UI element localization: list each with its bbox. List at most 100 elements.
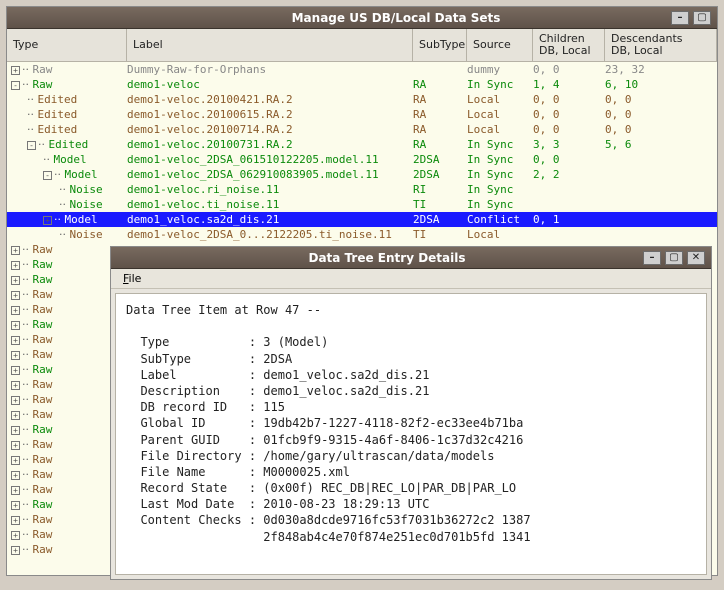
cell-type: +·· Raw — [7, 272, 127, 287]
cell-subtype: TI — [413, 197, 467, 212]
table-row[interactable]: -·· Editeddemo1-veloc.20100731.RA.2RAIn … — [7, 137, 717, 152]
cell-type: +·· Raw — [7, 317, 127, 332]
expand-icon[interactable]: + — [11, 261, 20, 270]
expand-icon[interactable]: + — [11, 321, 20, 330]
cell-label: demo1-veloc — [127, 77, 413, 92]
cell-label: demo1_veloc.sa2d_dis.21 — [127, 212, 413, 227]
expand-icon[interactable]: + — [11, 381, 20, 390]
cell-type: ·· Edited — [7, 107, 127, 122]
cell-type: +·· Raw — [7, 332, 127, 347]
table-row[interactable]: ·· Noisedemo1-veloc_2DSA_0...2122205.ti_… — [7, 227, 717, 242]
detail-maximize-button[interactable]: ▢ — [665, 251, 683, 265]
col-source[interactable]: Source — [467, 29, 533, 61]
table-row[interactable]: ·· Editeddemo1-veloc.20100615.RA.2RALoca… — [7, 107, 717, 122]
col-descendants[interactable]: DescendantsDB, Local — [605, 29, 717, 61]
table-row[interactable]: ·· Noisedemo1-veloc.ti_noise.11TIIn Sync — [7, 197, 717, 212]
detail-titlebar[interactable]: Data Tree Entry Details – ▢ ✕ — [111, 247, 711, 269]
expand-icon[interactable]: + — [11, 516, 20, 525]
cell-source: Conflict — [467, 212, 533, 227]
minimize-button[interactable]: – — [671, 11, 689, 25]
cell-type: ·· Edited — [7, 122, 127, 137]
cell-descendants: 5, 6 — [605, 137, 717, 152]
cell-children: 0, 0 — [533, 92, 605, 107]
cell-type: +·· Raw — [7, 392, 127, 407]
expand-icon[interactable]: + — [11, 546, 20, 555]
cell-label: demo1-veloc.20100421.RA.2 — [127, 92, 413, 107]
table-row[interactable]: +·· RawDummy-Raw-for-Orphansdummy0, 023,… — [7, 62, 717, 77]
expand-icon[interactable]: + — [11, 276, 20, 285]
collapse-icon[interactable]: - — [11, 81, 20, 90]
cell-children: 0, 0 — [533, 107, 605, 122]
expand-icon[interactable]: + — [11, 246, 20, 255]
cell-source: In Sync — [467, 77, 533, 92]
expand-icon[interactable]: + — [43, 216, 52, 225]
cell-descendants: 6, 10 — [605, 77, 717, 92]
col-children[interactable]: ChildrenDB, Local — [533, 29, 605, 61]
expand-icon[interactable]: + — [11, 66, 20, 75]
table-row[interactable]: ·· Noisedemo1-veloc.ri_noise.11RIIn Sync — [7, 182, 717, 197]
cell-type: +·· Raw — [7, 377, 127, 392]
cell-source: In Sync — [467, 197, 533, 212]
cell-source: Local — [467, 227, 533, 242]
cell-children — [533, 182, 605, 197]
cell-source: In Sync — [467, 137, 533, 152]
cell-subtype — [413, 62, 467, 77]
col-subtype[interactable]: SubType — [413, 29, 467, 61]
cell-children — [533, 227, 605, 242]
expand-icon[interactable]: + — [11, 426, 20, 435]
cell-source: Local — [467, 107, 533, 122]
expand-icon[interactable]: + — [11, 486, 20, 495]
expand-icon[interactable]: + — [11, 396, 20, 405]
expand-icon[interactable]: + — [11, 471, 20, 480]
main-titlebar[interactable]: Manage US DB/Local Data Sets – ▢ — [7, 7, 717, 29]
cell-type: +·· Model — [7, 212, 127, 227]
cell-label: Dummy-Raw-for-Orphans — [127, 62, 413, 77]
cell-children: 0, 1 — [533, 212, 605, 227]
table-row[interactable]: ·· Modeldemo1-veloc_2DSA_061510122205.mo… — [7, 152, 717, 167]
cell-source: dummy — [467, 62, 533, 77]
cell-children: 3, 3 — [533, 137, 605, 152]
expand-icon[interactable]: + — [11, 411, 20, 420]
table-row[interactable]: -·· Modeldemo1-veloc_2DSA_062910083905.m… — [7, 167, 717, 182]
cell-type: +·· Raw — [7, 407, 127, 422]
cell-type: +·· Raw — [7, 422, 127, 437]
table-row[interactable]: ·· Editeddemo1-veloc.20100421.RA.2RALoca… — [7, 92, 717, 107]
col-label[interactable]: Label — [127, 29, 413, 61]
expand-icon[interactable]: + — [11, 366, 20, 375]
table-row[interactable]: -·· Rawdemo1-velocRAIn Sync1, 46, 10 — [7, 77, 717, 92]
cell-type: -·· Raw — [7, 77, 127, 92]
table-row[interactable]: +·· Modeldemo1_veloc.sa2d_dis.212DSAConf… — [7, 212, 717, 227]
expand-icon[interactable]: + — [11, 291, 20, 300]
expand-icon[interactable]: + — [11, 351, 20, 360]
cell-type: +·· Raw — [7, 482, 127, 497]
cell-label: demo1-veloc.20100714.RA.2 — [127, 122, 413, 137]
cell-descendants: 23, 32 — [605, 62, 717, 77]
collapse-icon[interactable]: - — [27, 141, 36, 150]
cell-children — [533, 197, 605, 212]
expand-icon[interactable]: + — [11, 456, 20, 465]
cell-children: 0, 0 — [533, 122, 605, 137]
table-row[interactable]: ·· Editeddemo1-veloc.20100714.RA.2RALoca… — [7, 122, 717, 137]
cell-descendants — [605, 182, 717, 197]
menu-file[interactable]: File — [117, 272, 147, 285]
table-header: Type Label SubType Source ChildrenDB, Lo… — [7, 29, 717, 62]
expand-icon[interactable]: + — [11, 501, 20, 510]
expand-icon[interactable]: + — [11, 336, 20, 345]
expand-icon[interactable]: + — [11, 441, 20, 450]
expand-icon[interactable]: + — [11, 306, 20, 315]
cell-type: ·· Noise — [7, 197, 127, 212]
maximize-button[interactable]: ▢ — [693, 11, 711, 25]
detail-window: Data Tree Entry Details – ▢ ✕ File Data … — [110, 246, 712, 580]
detail-close-button[interactable]: ✕ — [687, 251, 705, 265]
cell-children: 0, 0 — [533, 62, 605, 77]
cell-type: +·· Raw — [7, 437, 127, 452]
detail-minimize-button[interactable]: – — [643, 251, 661, 265]
expand-icon[interactable]: + — [11, 531, 20, 540]
collapse-icon[interactable]: - — [43, 171, 52, 180]
cell-descendants: 0, 0 — [605, 122, 717, 137]
cell-type: ·· Edited — [7, 92, 127, 107]
detail-body[interactable]: Data Tree Item at Row 47 -- Type : 3 (Mo… — [115, 293, 707, 575]
col-type[interactable]: Type — [7, 29, 127, 61]
cell-subtype: 2DSA — [413, 152, 467, 167]
cell-subtype: 2DSA — [413, 212, 467, 227]
